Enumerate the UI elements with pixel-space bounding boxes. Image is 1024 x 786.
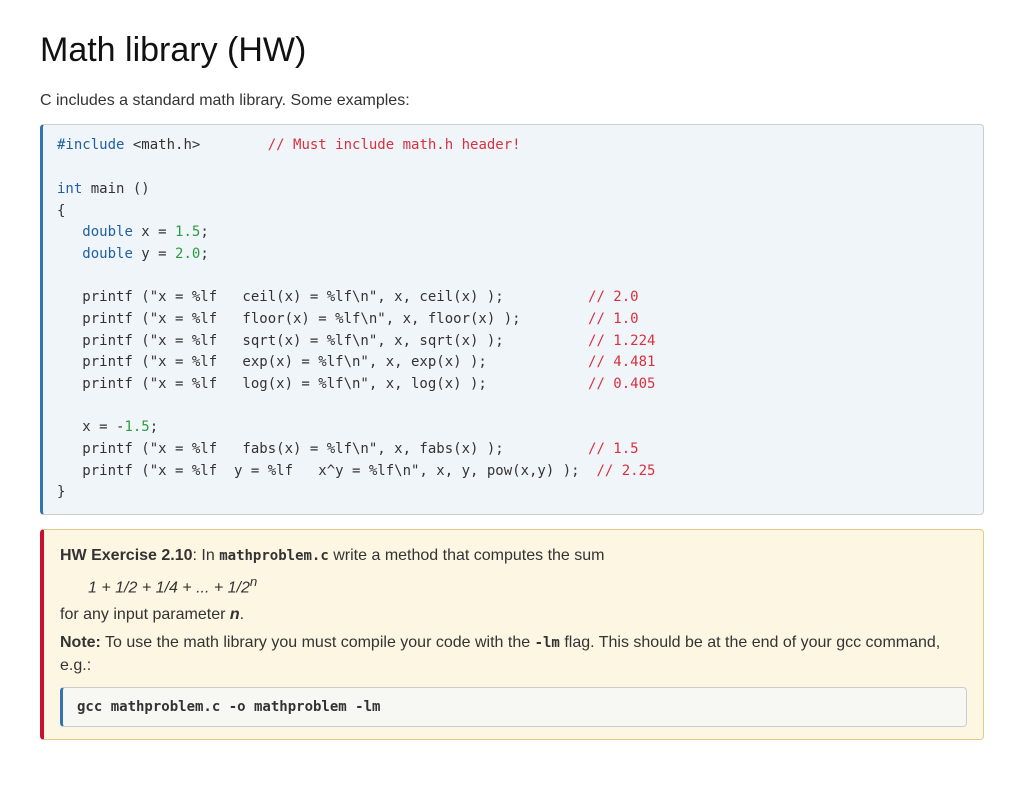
token-include: #include — [57, 137, 124, 153]
token-comment: // Must include math.h header! — [268, 137, 521, 153]
intro-text: C includes a standard math library. Some… — [40, 89, 984, 112]
exercise-line-1: HW Exercise 2.10: In mathproblem.c write… — [60, 544, 967, 568]
exercise-line-2: for any input parameter n. — [60, 603, 967, 626]
code-content: #include <math.h> // Must include math.h… — [57, 137, 655, 500]
note-flag: -lm — [535, 635, 560, 651]
code-block: #include <math.h> // Must include math.h… — [40, 124, 984, 515]
exercise-param: n — [230, 606, 240, 623]
page-title: Math library (HW) — [40, 26, 984, 75]
exercise-formula: 1 + 1/2 + 1/4 + ... + 1/2n — [88, 572, 967, 600]
token-int: int — [57, 181, 82, 197]
note-label: Note: — [60, 634, 101, 651]
exercise-label: HW Exercise 2.10 — [60, 547, 193, 564]
token-header: <math.h> — [124, 137, 200, 153]
exercise-command-block: gcc mathproblem.c -o mathproblem -lm — [60, 687, 967, 727]
exercise-box: HW Exercise 2.10: In mathproblem.c write… — [40, 529, 984, 740]
page: Math library (HW) C includes a standard … — [0, 0, 1024, 786]
exercise-command: gcc mathproblem.c -o mathproblem -lm — [77, 699, 380, 715]
exercise-filename: mathproblem.c — [219, 548, 329, 564]
exercise-note: Note: To use the math library you must c… — [60, 631, 967, 678]
